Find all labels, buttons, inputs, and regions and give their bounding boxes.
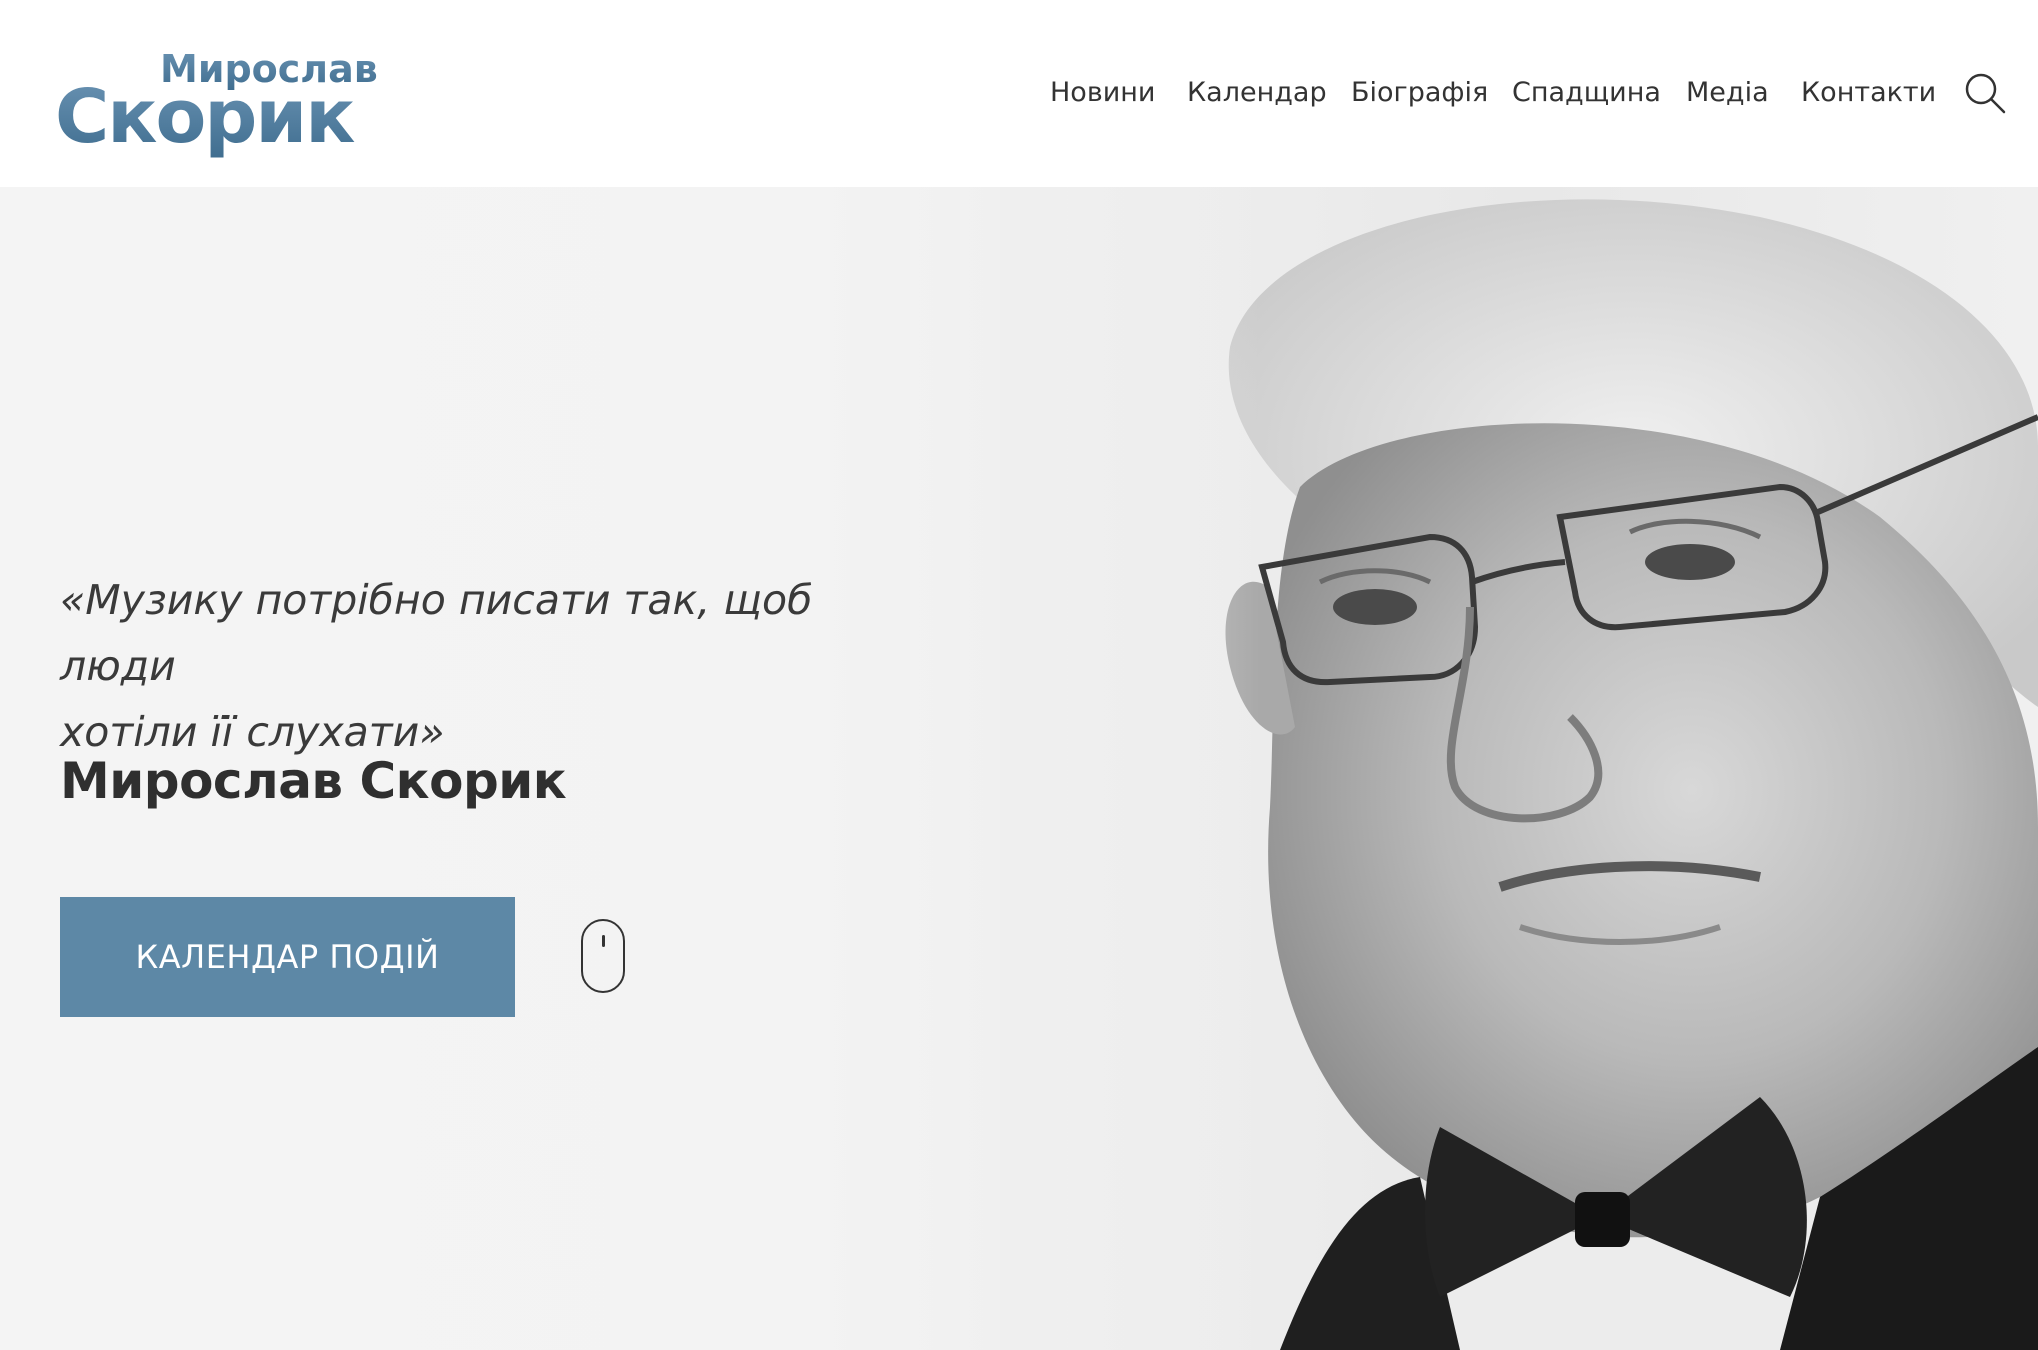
nav-item-calendar[interactable]: Календар xyxy=(1187,70,1327,116)
hero-quote-line1: «Музику потрібно писати так, щоб люди xyxy=(60,576,813,690)
nav-item-heritage[interactable]: Спадщина xyxy=(1512,70,1661,116)
hero-quote: «Музику потрібно писати так, щоб люди хо… xyxy=(60,567,920,765)
hero-author: Мирослав Скорик xyxy=(60,752,567,810)
nav-item-news[interactable]: Новини xyxy=(1050,70,1155,116)
search-button[interactable] xyxy=(1962,70,2008,116)
site-header: Мирослав Скорик Новини Календар Біографі… xyxy=(0,0,2038,187)
nav-item-contacts[interactable]: Контакти xyxy=(1801,70,1936,116)
nav-item-media[interactable]: Медіа xyxy=(1686,70,1769,116)
events-calendar-button[interactable]: КАЛЕНДАР ПОДІЙ xyxy=(60,897,515,1017)
mouse-scroll-icon[interactable] xyxy=(581,919,625,993)
hero-section: «Музику потрібно писати так, щоб люди хо… xyxy=(0,187,2038,1350)
portrait-photo xyxy=(1000,187,2038,1350)
search-icon xyxy=(1965,73,2006,114)
nav-item-biography[interactable]: Біографія xyxy=(1351,70,1488,116)
scroll-wheel xyxy=(602,935,605,947)
main-nav: Новини Календар Біографія Спадщина Медіа… xyxy=(0,70,2038,116)
